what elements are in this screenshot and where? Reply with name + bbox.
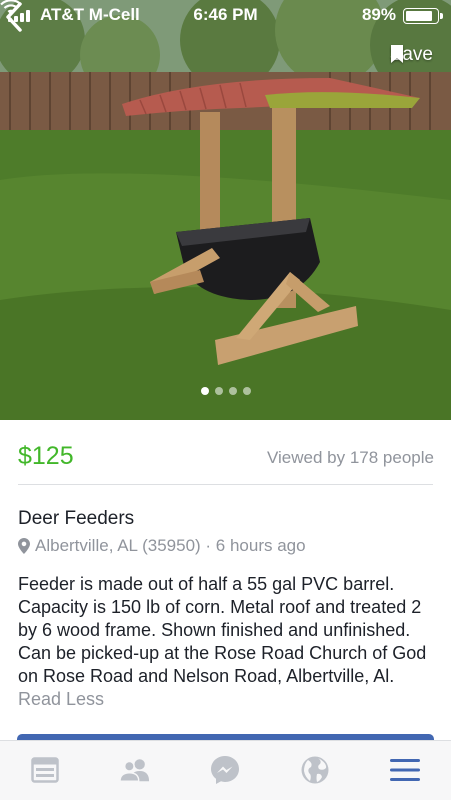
tab-menu[interactable] [390, 755, 420, 785]
tab-messenger[interactable] [210, 755, 240, 785]
tab-notifications[interactable] [300, 755, 330, 785]
back-button[interactable] [0, 0, 30, 34]
tab-bar [0, 740, 451, 800]
map-pin-icon [18, 538, 30, 554]
pager-dot[interactable] [242, 387, 251, 395]
globe-icon [301, 756, 329, 784]
status-bar: AT&T M-Cell 6:46 PM 89% [0, 0, 451, 30]
listing-title: Deer Feeders [18, 508, 135, 529]
listing-price: $125 [18, 442, 74, 470]
listing-location: Albertville, AL (35950) · 6 hours ago [18, 536, 306, 556]
deer-feeder-image [0, 0, 451, 420]
read-less-link[interactable]: Read Less [18, 689, 104, 709]
pager-dot[interactable] [228, 387, 237, 395]
messenger-icon [211, 756, 239, 784]
listing-description: Feeder is made out of half a 55 gal PVC … [18, 573, 438, 711]
divider [18, 484, 433, 485]
pager-dot[interactable] [214, 387, 223, 395]
menu-icon [390, 759, 420, 781]
photo-pager[interactable] [0, 387, 451, 395]
friends-icon [120, 759, 150, 782]
tab-news-feed[interactable] [30, 755, 60, 785]
save-button[interactable]: Save [390, 44, 433, 66]
tab-friends[interactable] [120, 755, 150, 785]
pager-dot[interactable] [200, 387, 209, 395]
battery-percent: 89% [361, 5, 396, 24]
location-text: Albertville, AL (35950) · 6 hours ago [35, 536, 306, 555]
bookmark-icon [390, 45, 403, 63]
view-count: Viewed by 178 people [267, 448, 434, 467]
chevron-left-icon [6, 2, 22, 32]
listing-photo[interactable]: AT&T M-Cell 6:46 PM 89% Save [0, 0, 451, 420]
battery-icon [403, 8, 443, 24]
listing-details: $125 Viewed by 178 people Deer Feeders A… [0, 420, 451, 740]
news-feed-icon [31, 757, 59, 783]
description-text: Feeder is made out of half a 55 gal PVC … [18, 574, 427, 686]
